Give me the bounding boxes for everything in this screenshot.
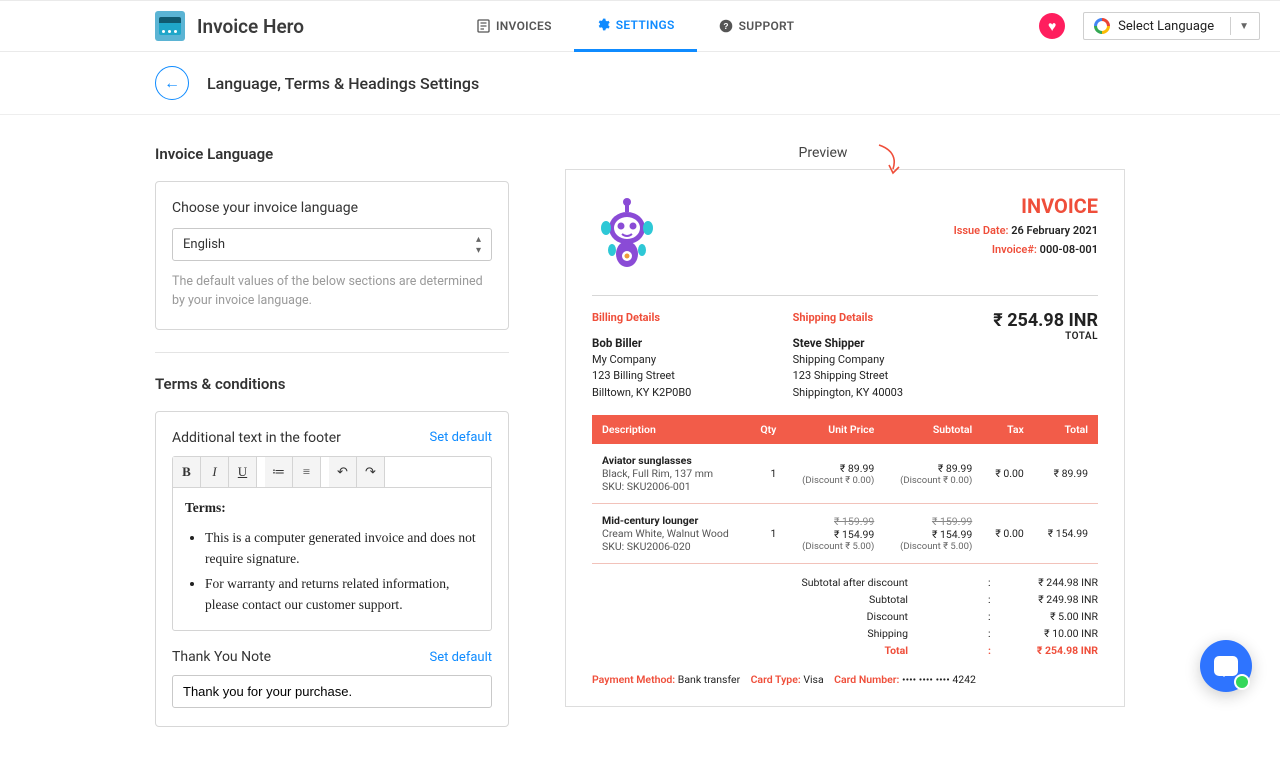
line-item-row: Aviator sunglassesBlack, Full Rim, 137 m…	[592, 444, 1098, 504]
chat-icon	[1214, 656, 1238, 676]
curved-arrow-icon	[875, 143, 905, 181]
top-bar: Invoice Hero INVOICES SETTINGS ? SUPPORT…	[0, 0, 1280, 52]
google-translate-icon	[1094, 18, 1110, 34]
invoice-number-value: 000-08-001	[1040, 243, 1098, 256]
terms-bullet: This is a computer generated invoice and…	[205, 528, 479, 570]
page-title: Language, Terms & Headings Settings	[207, 74, 479, 93]
undo-icon: ↶	[337, 464, 348, 480]
language-selector-label: Select Language	[1118, 19, 1214, 34]
settings-panel: Invoice Language Choose your invoice lan…	[155, 145, 509, 727]
brand: Invoice Hero	[155, 11, 304, 41]
issue-date-label: Issue Date:	[954, 224, 1009, 237]
nav-support-label: SUPPORT	[739, 19, 795, 33]
terms-heading: Terms:	[185, 498, 479, 519]
col-description: Description	[592, 415, 748, 444]
main-content: Invoice Language Choose your invoice lan…	[0, 115, 1280, 767]
chat-button[interactable]	[1200, 640, 1252, 692]
document-icon	[476, 19, 490, 33]
language-select-value: English	[183, 237, 225, 252]
editor-content[interactable]: Terms: This is a computer generated invo…	[173, 488, 491, 631]
gear-icon	[596, 18, 610, 32]
invoice-title: INVOICE	[954, 194, 1098, 218]
language-selector[interactable]: Select Language ▼	[1083, 12, 1260, 40]
grand-total: ₹ 254.98 INR TOTAL	[993, 310, 1098, 401]
redo-icon: ↷	[365, 464, 376, 480]
col-total: Total	[1034, 415, 1098, 444]
arrow-left-icon: ←	[164, 73, 180, 93]
summary-row: Subtotal:₹ 249.98 INR	[592, 591, 1098, 608]
caret-down-icon: ▼	[1239, 21, 1249, 32]
summary-row: Subtotal after discount:₹ 244.98 INR	[592, 574, 1098, 591]
language-card: Choose your invoice language English ▴▾ …	[155, 181, 509, 330]
back-button[interactable]: ←	[155, 66, 189, 100]
ordered-list-icon: ≡	[303, 464, 310, 480]
thank-you-label: Thank You Note	[172, 649, 271, 665]
nav-invoices-label: INVOICES	[496, 19, 552, 33]
heart-icon: ♥	[1048, 18, 1056, 35]
ordered-list-button[interactable]: ≡	[293, 457, 321, 487]
primary-nav: INVOICES SETTINGS ? SUPPORT	[454, 1, 816, 52]
nav-settings[interactable]: SETTINGS	[574, 1, 697, 52]
svg-text:?: ?	[723, 21, 728, 31]
brand-logo-icon	[155, 11, 185, 41]
invoice-summary: Subtotal after discount:₹ 244.98 INRSubt…	[592, 574, 1098, 659]
invoice-preview: INVOICE Issue Date: 26 February 2021 Inv…	[565, 169, 1125, 707]
invoice-logo	[592, 194, 662, 277]
undo-button[interactable]: ↶	[329, 457, 357, 487]
terms-card: Additional text in the footer Set defaul…	[155, 411, 509, 728]
summary-total-row: Total:₹ 254.98 INR	[592, 642, 1098, 659]
col-subtotal: Subtotal	[884, 415, 982, 444]
col-qty: Qty	[748, 415, 786, 444]
language-help-text: The default values of the below sections…	[172, 273, 492, 311]
line-item-row: Mid-century loungerCream White, Walnut W…	[592, 504, 1098, 564]
billing-details: Billing Details Bob Biller My Company 12…	[592, 310, 763, 401]
redo-button[interactable]: ↷	[357, 457, 385, 487]
underline-button[interactable]: U	[229, 457, 257, 487]
bullet-list-button[interactable]: ≔	[265, 457, 293, 487]
language-select[interactable]: English ▴▾	[172, 228, 492, 261]
payment-info: Payment Method: Bank transfer Card Type:…	[592, 673, 1098, 686]
favorite-button[interactable]: ♥	[1039, 13, 1065, 39]
terms-bullet: For warranty and returns related informa…	[205, 574, 479, 616]
help-icon: ?	[719, 19, 733, 33]
language-label: Choose your invoice language	[172, 200, 492, 216]
editor-toolbar: B I U ≔ ≡ ↶ ↷	[173, 457, 491, 488]
set-default-footer-link[interactable]: Set default	[430, 430, 493, 445]
nav-settings-label: SETTINGS	[616, 18, 675, 32]
section-title-terms: Terms & conditions	[155, 375, 509, 393]
nav-support[interactable]: ? SUPPORT	[697, 1, 817, 52]
thank-you-input[interactable]	[172, 675, 492, 708]
robot-icon	[592, 194, 662, 274]
italic-button[interactable]: I	[201, 457, 229, 487]
page-subheader: ← Language, Terms & Headings Settings	[0, 52, 1280, 115]
shipping-details: Shipping Details Steve Shipper Shipping …	[793, 310, 964, 401]
col-tax: Tax	[982, 415, 1034, 444]
section-title-language: Invoice Language	[155, 145, 509, 163]
set-default-thankyou-link[interactable]: Set default	[430, 650, 493, 665]
select-caret-icon: ▴▾	[476, 234, 481, 256]
preview-panel: Preview	[565, 145, 1125, 707]
nav-invoices[interactable]: INVOICES	[454, 1, 574, 52]
issue-date-value: 26 February 2021	[1011, 224, 1098, 237]
footer-text-label: Additional text in the footer	[172, 430, 341, 446]
brand-name: Invoice Hero	[197, 15, 304, 38]
divider	[155, 352, 509, 353]
richtext-editor: B I U ≔ ≡ ↶ ↷ Terms:	[172, 456, 492, 632]
line-items-table: Description Qty Unit Price Subtotal Tax …	[592, 415, 1098, 564]
preview-label: Preview	[565, 145, 1125, 161]
invoice-number-label: Invoice#:	[992, 243, 1037, 256]
bullet-list-icon: ≔	[272, 464, 285, 480]
summary-row: Shipping:₹ 10.00 INR	[592, 625, 1098, 642]
bold-button[interactable]: B	[173, 457, 201, 487]
summary-row: Discount:₹ 5.00 INR	[592, 608, 1098, 625]
col-unit-price: Unit Price	[786, 415, 884, 444]
